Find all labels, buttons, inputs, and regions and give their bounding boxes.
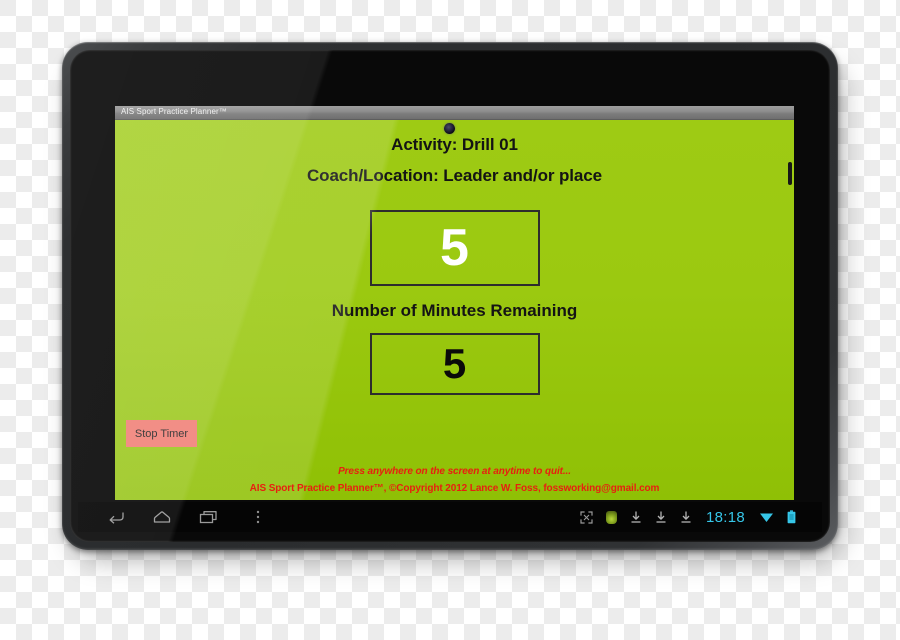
- download-icon[interactable]: [655, 510, 667, 524]
- overflow-menu-icon[interactable]: [248, 507, 268, 527]
- minutes-remaining-value: 5: [442, 340, 467, 387]
- coach-location-heading: Coach/Location: Leader and/or place: [306, 166, 602, 185]
- expand-screen-icon[interactable]: [580, 510, 593, 524]
- app-title-text: AIS Sport Practice Planner™: [121, 107, 227, 116]
- download-icon[interactable]: [630, 510, 642, 524]
- tablet-device: AIS Sport Practice Planner™ Activity: Dr…: [62, 42, 848, 560]
- status-clock: 18:18: [705, 508, 745, 526]
- minutes-display-box: 5: [369, 333, 540, 395]
- stop-timer-button[interactable]: Stop Timer: [126, 420, 197, 447]
- status-bar-icons: 18:18: [580, 509, 796, 526]
- front-camera-icon: [444, 123, 455, 134]
- tablet-front-face: AIS Sport Practice Planner™ Activity: Dr…: [70, 50, 830, 542]
- side-indicator-light: [788, 162, 792, 185]
- copyright-text: AIS Sport Practice Planner™, ©Copyright …: [249, 483, 660, 494]
- tablet-outer-bezel: AIS Sport Practice Planner™ Activity: Dr…: [62, 42, 838, 550]
- activity-heading: Activity: Drill 01: [391, 135, 518, 154]
- timer-countdown-value: 5: [440, 219, 469, 277]
- quit-instruction-text: Press anywhere on the screen at anytime …: [338, 466, 571, 477]
- tablet-screen: AIS Sport Practice Planner™ Activity: Dr…: [115, 106, 794, 500]
- navigation-buttons: [106, 507, 268, 527]
- android-navigation-bar: 18:18: [78, 502, 822, 532]
- download-icon[interactable]: [680, 510, 692, 524]
- battery-icon[interactable]: [787, 510, 796, 524]
- recents-icon[interactable]: [198, 507, 218, 527]
- timer-display-box: 5: [369, 210, 540, 286]
- minutes-remaining-label: Number of Minutes Remaining: [331, 301, 578, 320]
- wifi-icon[interactable]: [759, 511, 774, 523]
- home-icon[interactable]: [152, 507, 172, 527]
- back-icon[interactable]: [106, 507, 126, 527]
- footer-area: Press anywhere on the screen at anytime …: [115, 466, 794, 494]
- app-content-area: Activity: Drill 01 Coach/Location: Leade…: [115, 120, 794, 500]
- running-app-icon[interactable]: [605, 510, 617, 524]
- app-titlebar: AIS Sport Practice Planner™: [115, 106, 794, 120]
